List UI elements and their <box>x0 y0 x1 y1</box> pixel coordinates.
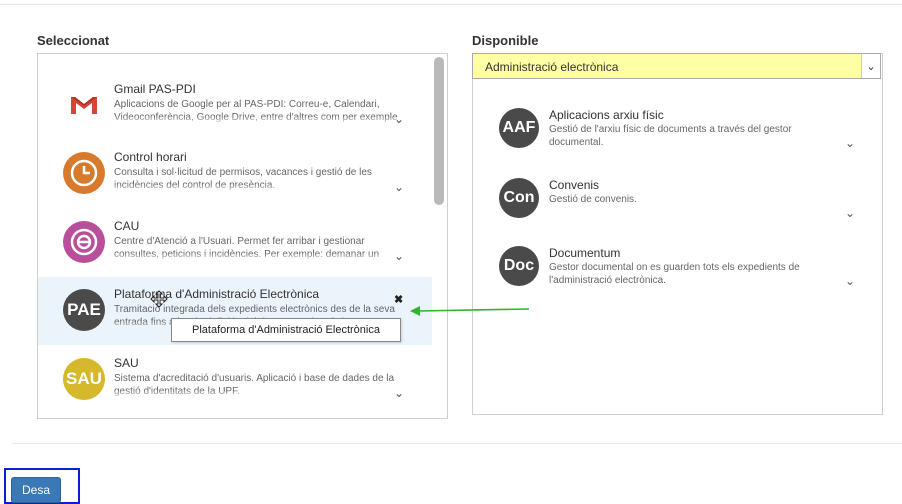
app-description: Aplicacions de Google per al PAS-PDI: Co… <box>114 98 404 125</box>
move-cursor-icon <box>150 290 168 308</box>
app-description: Gestió de convenis. <box>549 194 637 205</box>
aaf-icon: AAF <box>499 108 539 148</box>
clock-icon <box>63 152 105 194</box>
available-app-documentum[interactable]: Doc Documentum Gestor documental on es g… <box>473 246 878 310</box>
save-button[interactable]: Desa <box>11 477 61 503</box>
chevron-down-icon[interactable]: ⌄ <box>861 54 880 78</box>
app-description: Gestor documental on es guarden tots els… <box>549 262 800 286</box>
chevron-down-icon[interactable]: ⌄ <box>845 136 855 150</box>
app-description: Centre d'Atenció a l'Usuari. Permet fer … <box>114 235 404 262</box>
available-apps-panel: AAF Aplicacions arxiu físic Gestió de l'… <box>472 53 883 415</box>
app-name: Aplicacions arxiu físic <box>549 108 664 122</box>
top-divider <box>0 4 902 5</box>
available-title: Disponible <box>472 33 539 48</box>
chevron-down-icon[interactable]: ⌄ <box>394 180 404 194</box>
selected-title: Seleccionat <box>37 33 110 48</box>
app-description: Sistema d'acreditació d'usuaris. Aplicac… <box>114 372 404 399</box>
selected-app-sau[interactable]: SAU SAU Sistema d'acreditació d'usuaris.… <box>38 346 432 414</box>
chevron-down-icon[interactable]: ⌄ <box>394 386 404 400</box>
doc-icon: Doc <box>499 246 539 286</box>
app-name: Documentum <box>549 246 621 260</box>
category-select-value: Administració electrònica <box>485 60 619 74</box>
selected-apps-panel: Gmail PAS-PDI Aplicacions de Google per … <box>37 53 448 419</box>
app-name: SAU <box>114 356 139 370</box>
pae-icon: PAE <box>63 289 105 331</box>
chevron-down-icon[interactable]: ⌄ <box>845 206 855 220</box>
bottom-divider <box>12 443 902 444</box>
app-name: Control horari <box>114 150 187 164</box>
scrollbar-thumb[interactable] <box>434 57 444 205</box>
app-description: Gestió de l'arxiu físic de documents a t… <box>549 124 792 148</box>
available-app-aaf[interactable]: AAF Aplicacions arxiu físic Gestió de l'… <box>473 108 878 172</box>
drag-arrow-icon <box>410 306 530 316</box>
sau-icon: SAU <box>63 358 105 400</box>
chevron-down-icon[interactable]: ⌄ <box>394 249 404 263</box>
app-name: Gmail PAS-PDI <box>114 82 196 96</box>
remove-icon[interactable]: ✖ <box>394 293 403 306</box>
app-name: Convenis <box>549 178 600 192</box>
selected-app-cau[interactable]: CAU Centre d'Atenció a l'Usuari. Permet … <box>38 209 432 277</box>
selected-app-gmail[interactable]: Gmail PAS-PDI Aplicacions de Google per … <box>38 72 432 140</box>
chevron-down-icon[interactable]: ⌄ <box>845 274 855 288</box>
app-description: Consulta i sol·licitud de permisos, vaca… <box>114 166 404 193</box>
app-name: Plataforma d'Administració Electrònica <box>114 287 320 301</box>
selected-app-control-horari[interactable]: Control horari Consulta i sol·licitud de… <box>38 140 432 208</box>
chevron-down-icon[interactable]: ⌄ <box>394 112 404 126</box>
available-app-convenis[interactable]: Con Convenis Gestió de convenis. ⌄ <box>473 178 878 242</box>
app-name: CAU <box>114 219 140 233</box>
category-select[interactable]: Administració electrònica ⌄ <box>472 53 881 79</box>
cau-icon <box>63 221 105 263</box>
tooltip: Plataforma d'Administració Electrònica <box>171 318 401 342</box>
gmail-icon <box>63 84 105 126</box>
con-icon: Con <box>499 178 539 218</box>
